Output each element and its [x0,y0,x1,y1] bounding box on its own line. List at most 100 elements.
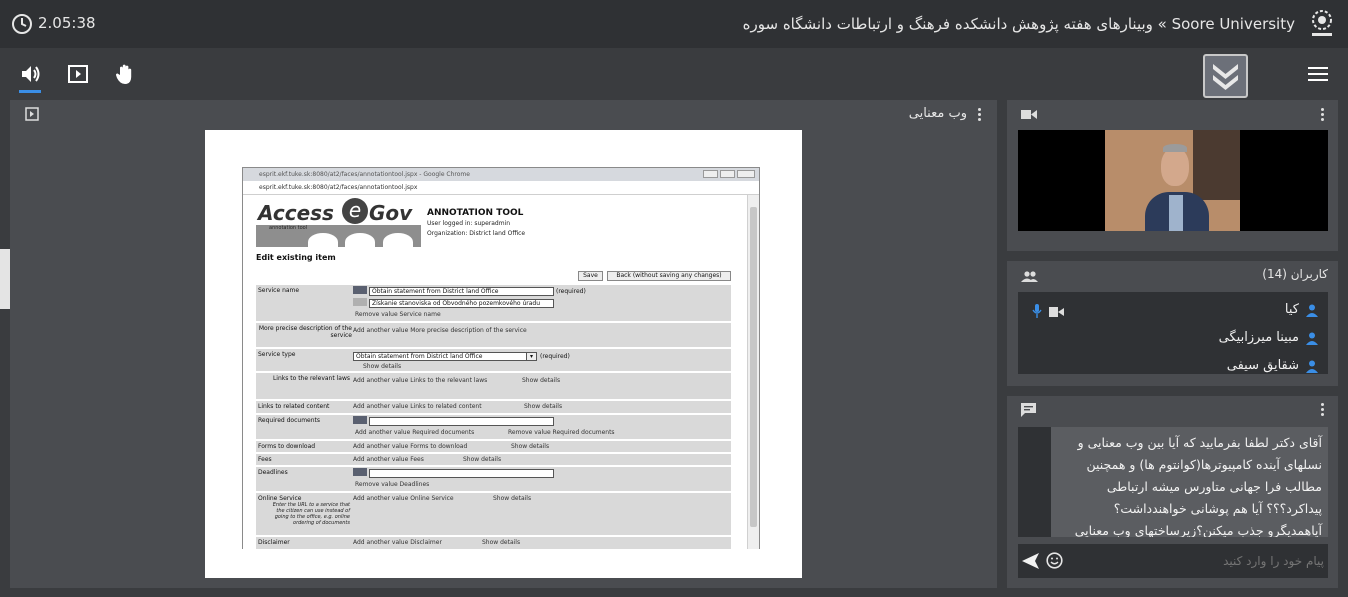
hamburger-menu-icon[interactable] [1308,67,1328,81]
user-icon [1306,332,1318,345]
show-details-link[interactable]: Show details [482,539,520,546]
emoji-icon[interactable] [1046,552,1063,569]
logo-gov: Gov [369,201,413,225]
row-required-documents: Required documents Add another value Req… [256,415,731,439]
toolbar [0,48,1348,100]
address-bar[interactable]: esprit.ekf.tuke.sk:8080/at2/faces/annota… [243,181,759,195]
university-logo-icon [1312,10,1332,36]
row-forms: Forms to download Add another value Form… [256,441,731,452]
show-details-link[interactable]: Show details [463,456,501,463]
show-details-link[interactable]: Show details [524,403,562,410]
required-docs-input[interactable] [369,417,554,426]
minimize-icon[interactable] [703,170,718,178]
user-icon [1306,360,1318,373]
remove-required-docs-link[interactable]: Remove value Required documents [508,429,615,436]
shared-slide: esprit.ekf.tuke.sk:8080/at2/faces/annota… [205,130,802,578]
add-forms-link[interactable]: Add another value Forms to download [353,443,467,450]
slovak-flag-icon [353,298,367,306]
user-row[interactable]: شقایق سیفی [1018,356,1328,374]
user-name: کیا [1284,302,1299,317]
chat-line: آیاهمدیگرو جذب میکنن؟زیرساختهای وب معنای… [1074,523,1322,537]
window-controls [703,170,757,179]
english-flag-icon [353,416,367,424]
browser-page: Access e Gov annotation tool ANNOTATION … [243,195,747,549]
chat-message-bubble: آقای دکتر لطفا بفرمایید که آیا بین وب مع… [1051,427,1328,537]
tool-title: ANNOTATION TOOL [427,208,524,218]
deadlines-label: Deadlines [258,469,288,476]
user-logged: User logged in: superadmin [427,220,511,227]
users-icon [1021,271,1038,282]
speaker-icon[interactable] [20,64,42,84]
presentation-options-icon[interactable] [978,108,982,122]
links-related-label: Links to related content [258,403,330,410]
service-name-sk-input[interactable]: Získanie stanoviska od Obvodného pozemko… [369,299,554,308]
precise-label: More precise description of the service [258,325,352,339]
logo-arc [383,233,413,251]
english-flag-icon [353,286,367,294]
fees-label: Fees [258,456,272,463]
chat-line: مطالب فرا جهانی متاورس میشه ارتباطی [1106,479,1322,494]
disclaimer-label: Disclaimer [258,539,290,546]
links-relevant-label: Links to the relevant laws [272,375,350,382]
user-name: مبینا میرزابیگی [1218,330,1299,345]
logo-arc [308,233,338,251]
row-deadlines: Deadlines Remove value Deadlines [256,467,731,491]
row-service-type: Service type Obtain statement from Distr… [256,349,731,371]
user-icon [1306,304,1318,317]
remove-deadlines-link[interactable]: Remove value Deadlines [355,481,429,488]
close-icon[interactable] [737,170,755,178]
service-type-select[interactable]: Obtain statement from District land Offi… [353,352,537,361]
show-details-link[interactable]: Show details [522,377,560,384]
scrollbar-thumb[interactable] [750,207,757,527]
forms-label: Forms to download [258,443,316,450]
add-fees-link[interactable]: Add another value Fees [353,456,424,463]
camera-icon[interactable] [1049,307,1064,317]
required-docs-label: Required documents [258,417,321,424]
browser-window: esprit.ekf.tuke.sk:8080/at2/faces/annota… [242,167,760,549]
collapse-button[interactable] [1203,54,1248,98]
top-bar: 2.05:38 Soore University » وبینارهای هفت… [0,0,1348,48]
raise-hand-icon[interactable] [115,63,135,85]
back-button[interactable]: Back (without saving any changes) [607,271,731,281]
add-required-docs-link[interactable]: Add another value Required documents [355,429,474,436]
row-links-relevant: Links to the relevant laws Add another v… [256,373,731,399]
row-fees: Fees Add another value Fees Show details [256,454,731,465]
microphone-icon[interactable] [1032,304,1042,318]
logo-access: Access [258,201,334,225]
remove-service-name-link[interactable]: Remove value Service name [355,311,441,318]
video-feed [1018,130,1328,231]
logo-arc [345,233,375,251]
clock-icon [12,14,32,34]
add-online-link[interactable]: Add another value Online Service [353,495,454,502]
chat-options-icon[interactable] [1321,403,1325,417]
logo-subtitle: annotation tool [269,225,308,231]
browser-title-bar: esprit.ekf.tuke.sk:8080/at2/faces/annota… [243,168,759,181]
add-disclaimer-link[interactable]: Add another value Disclaimer [353,539,442,546]
add-precise-link[interactable]: Add another value More precise descripti… [353,327,527,334]
chevron-down-icon[interactable]: ▾ [526,352,537,361]
speaker-hair [1163,144,1187,152]
maximize-icon[interactable] [720,170,735,178]
presentation-title: وب معنایی [908,106,967,121]
show-details-link[interactable]: Show details [511,443,549,450]
show-details-link[interactable]: Show details [363,363,401,370]
save-button[interactable]: Save [578,271,603,281]
session-timer: 2.05:38 [38,14,96,32]
send-icon[interactable] [1022,553,1039,569]
add-links-relevant-link[interactable]: Add another value Links to the relevant … [353,377,487,384]
presentation-icon[interactable] [25,107,39,121]
chat-input[interactable] [1070,548,1324,574]
user-row[interactable]: مبینا میرزابیگی [1018,328,1328,350]
english-flag-icon [353,468,367,476]
add-links-related-link[interactable]: Add another value Links to related conte… [353,403,482,410]
browser-scrollbar[interactable] [747,195,759,549]
video-camera-icon [1021,110,1037,119]
presentation-toggle-icon[interactable] [68,65,88,83]
deadlines-input[interactable] [369,469,554,478]
online-hint: Enter the URL to a service that the citi… [272,502,350,526]
user-row[interactable]: کیا [1018,300,1328,322]
service-name-en-input[interactable]: Obtain statement from District land Offi… [369,287,554,296]
row-service-name: Service name Obtain statement from Distr… [256,285,731,321]
video-options-icon[interactable] [1321,108,1325,122]
show-details-link[interactable]: Show details [493,495,531,502]
